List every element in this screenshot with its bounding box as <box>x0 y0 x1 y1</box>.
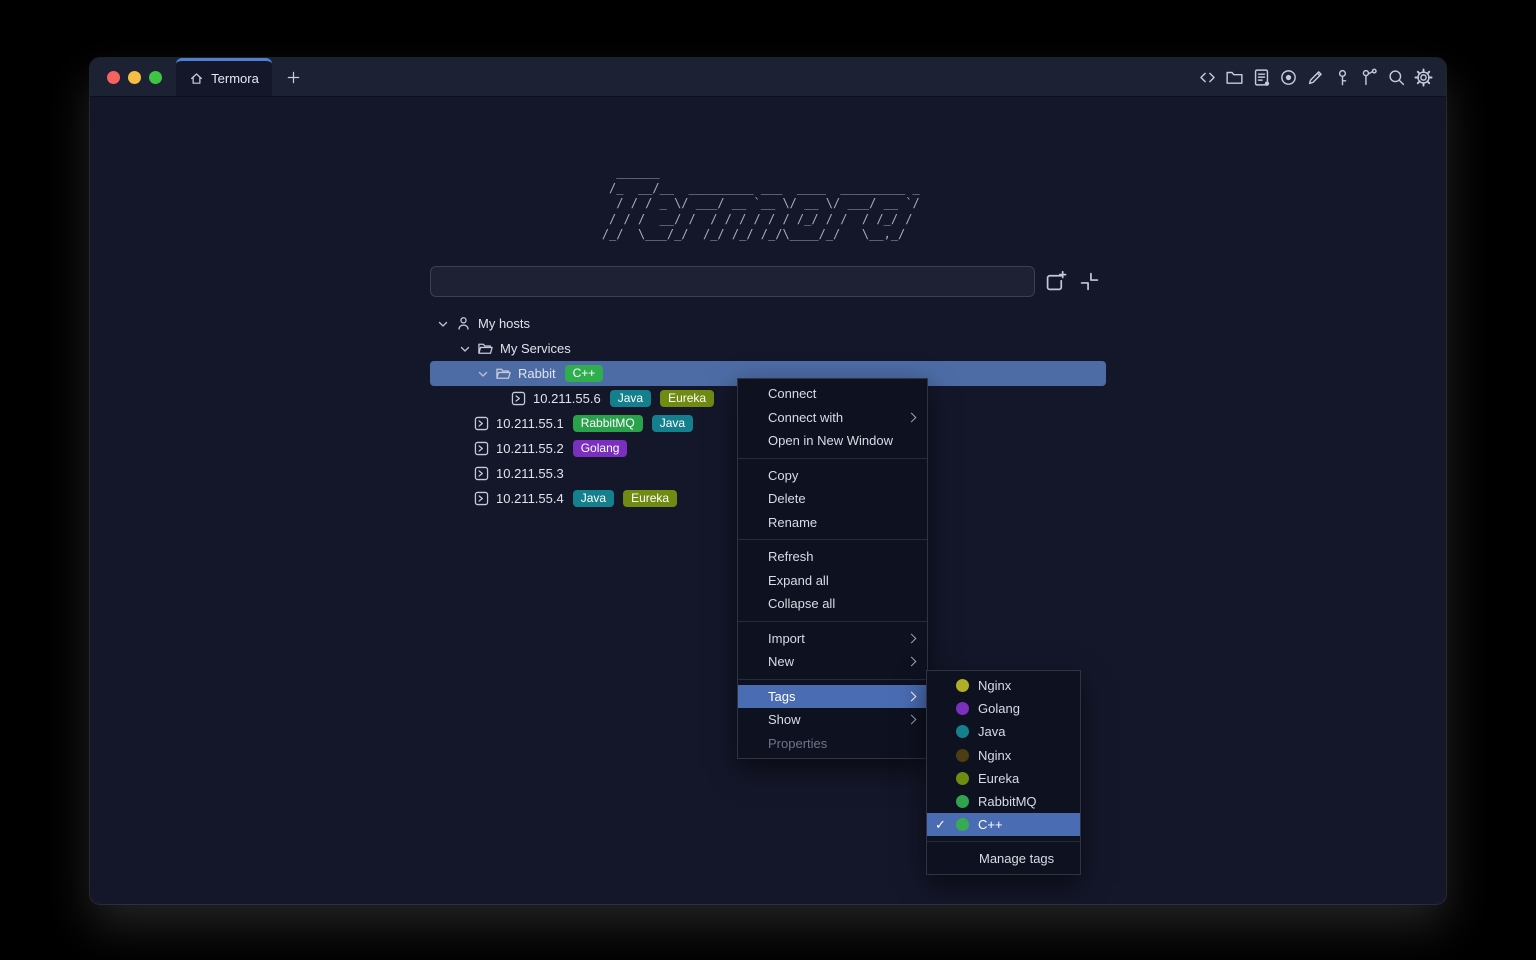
tag-option-rabbitmq[interactable]: RabbitMQ <box>927 790 1080 813</box>
terminal-icon <box>473 440 490 457</box>
traffic-lights <box>90 58 176 96</box>
submenu-arrow-icon <box>907 691 917 701</box>
tag-option-golang[interactable]: Golang <box>927 697 1080 720</box>
tag-color-dot <box>956 725 969 738</box>
context-menu: Connect Connect with Open in New Window … <box>737 378 928 759</box>
close-button[interactable] <box>107 71 120 84</box>
submenu-arrow-icon <box>907 715 917 725</box>
log-icon[interactable] <box>1252 68 1271 87</box>
menu-item-connect-with[interactable]: Connect with <box>738 406 927 430</box>
tag-color-dot <box>956 702 969 715</box>
submenu-arrow-icon <box>907 657 917 667</box>
folder-icon[interactable] <box>1225 68 1244 87</box>
minimize-button[interactable] <box>128 71 141 84</box>
user-icon <box>455 315 472 332</box>
menu-item-new[interactable]: New <box>738 650 927 674</box>
folder-open-icon <box>477 340 494 357</box>
check-icon: ✓ <box>935 817 956 833</box>
tag-color-dot <box>956 818 969 831</box>
chevron-down-icon[interactable] <box>475 366 491 382</box>
tag-option-nginx[interactable]: Nginx <box>927 674 1080 697</box>
tree-item-label: My Services <box>500 341 571 356</box>
tag-badge: Java <box>573 490 614 507</box>
menu-separator <box>927 841 1080 842</box>
add-host-icon[interactable] <box>1044 270 1067 293</box>
search-input[interactable] <box>430 266 1035 297</box>
tag-option-cpp[interactable]: ✓ C++ <box>927 813 1080 836</box>
code-icon[interactable] <box>1198 68 1217 87</box>
tag-badge: Java <box>652 415 693 432</box>
tree-row-my-hosts[interactable]: My hosts <box>430 311 1106 336</box>
tree-item-label: Rabbit <box>518 366 556 381</box>
record-icon[interactable] <box>1279 68 1298 87</box>
tag-badge: Golang <box>573 440 628 457</box>
terminal-icon <box>473 465 490 482</box>
menu-item-show[interactable]: Show <box>738 708 927 732</box>
tag-color-dot <box>956 749 969 762</box>
edit-icon[interactable] <box>1306 68 1325 87</box>
menu-item-tags[interactable]: Tags <box>738 685 927 709</box>
terminal-icon <box>473 490 490 507</box>
termora-ascii-logo: ______ /_ __/__ _________ ___ ____ _____… <box>602 165 934 243</box>
tag-option-java[interactable]: Java <box>927 720 1080 743</box>
tag-option-eureka[interactable]: Eureka <box>927 767 1080 790</box>
titlebar: Termora <box>90 58 1446 97</box>
settings-icon[interactable] <box>1414 68 1433 87</box>
terminal-icon <box>510 390 527 407</box>
tab-title: Termora <box>211 71 259 86</box>
manage-tags-item[interactable]: Manage tags <box>927 847 1080 870</box>
tree-item-label: My hosts <box>478 316 530 331</box>
menu-separator <box>738 458 927 459</box>
menu-separator <box>738 621 927 622</box>
host-label: 10.211.55.4 <box>496 491 564 506</box>
menu-item-delete[interactable]: Delete <box>738 487 927 511</box>
chevron-down-icon[interactable] <box>457 341 473 357</box>
tag-badge: Eureka <box>623 490 677 507</box>
tag-badge: Java <box>610 390 651 407</box>
menu-item-open-in-new-window[interactable]: Open in New Window <box>738 429 927 453</box>
toolbar <box>1198 58 1446 96</box>
tag-color-dot <box>956 772 969 785</box>
tags-submenu: Nginx Golang Java Nginx Eureka <box>926 670 1081 875</box>
main-content: ______ /_ __/__ _________ ___ ____ _____… <box>90 96 1446 904</box>
submenu-arrow-icon <box>907 633 917 643</box>
keychain-icon[interactable] <box>1360 68 1379 87</box>
home-icon <box>189 71 204 86</box>
termora-window: Termora <box>90 58 1446 904</box>
menu-separator <box>738 679 927 680</box>
tag-badge: C++ <box>565 365 604 382</box>
menu-item-copy[interactable]: Copy <box>738 464 927 488</box>
zoom-button[interactable] <box>149 71 162 84</box>
host-label: 10.211.55.1 <box>496 416 564 431</box>
menu-item-import[interactable]: Import <box>738 627 927 651</box>
folder-open-icon <box>495 365 512 382</box>
new-tab-button[interactable] <box>278 58 308 96</box>
menu-item-connect[interactable]: Connect <box>738 382 927 406</box>
collapse-all-icon[interactable] <box>1078 270 1101 293</box>
key-icon[interactable] <box>1333 68 1352 87</box>
tag-badge: Eureka <box>660 390 714 407</box>
host-label: 10.211.55.6 <box>533 391 601 406</box>
menu-item-collapse-all[interactable]: Collapse all <box>738 592 927 616</box>
tag-option-nginx-2[interactable]: Nginx <box>927 744 1080 767</box>
tab-termora[interactable]: Termora <box>176 58 272 96</box>
menu-item-properties: Properties <box>738 732 927 756</box>
tag-color-dot <box>956 679 969 692</box>
tag-color-dot <box>956 795 969 808</box>
menu-item-expand-all[interactable]: Expand all <box>738 569 927 593</box>
search-icon[interactable] <box>1387 68 1406 87</box>
terminal-icon <box>473 415 490 432</box>
menu-item-refresh[interactable]: Refresh <box>738 545 927 569</box>
tag-badge: RabbitMQ <box>573 415 643 432</box>
host-label: 10.211.55.3 <box>496 466 564 481</box>
menu-item-rename[interactable]: Rename <box>738 511 927 535</box>
submenu-arrow-icon <box>907 412 917 422</box>
tree-row-my-services[interactable]: My Services <box>430 336 1106 361</box>
host-label: 10.211.55.2 <box>496 441 564 456</box>
menu-separator <box>738 539 927 540</box>
chevron-down-icon[interactable] <box>435 316 451 332</box>
